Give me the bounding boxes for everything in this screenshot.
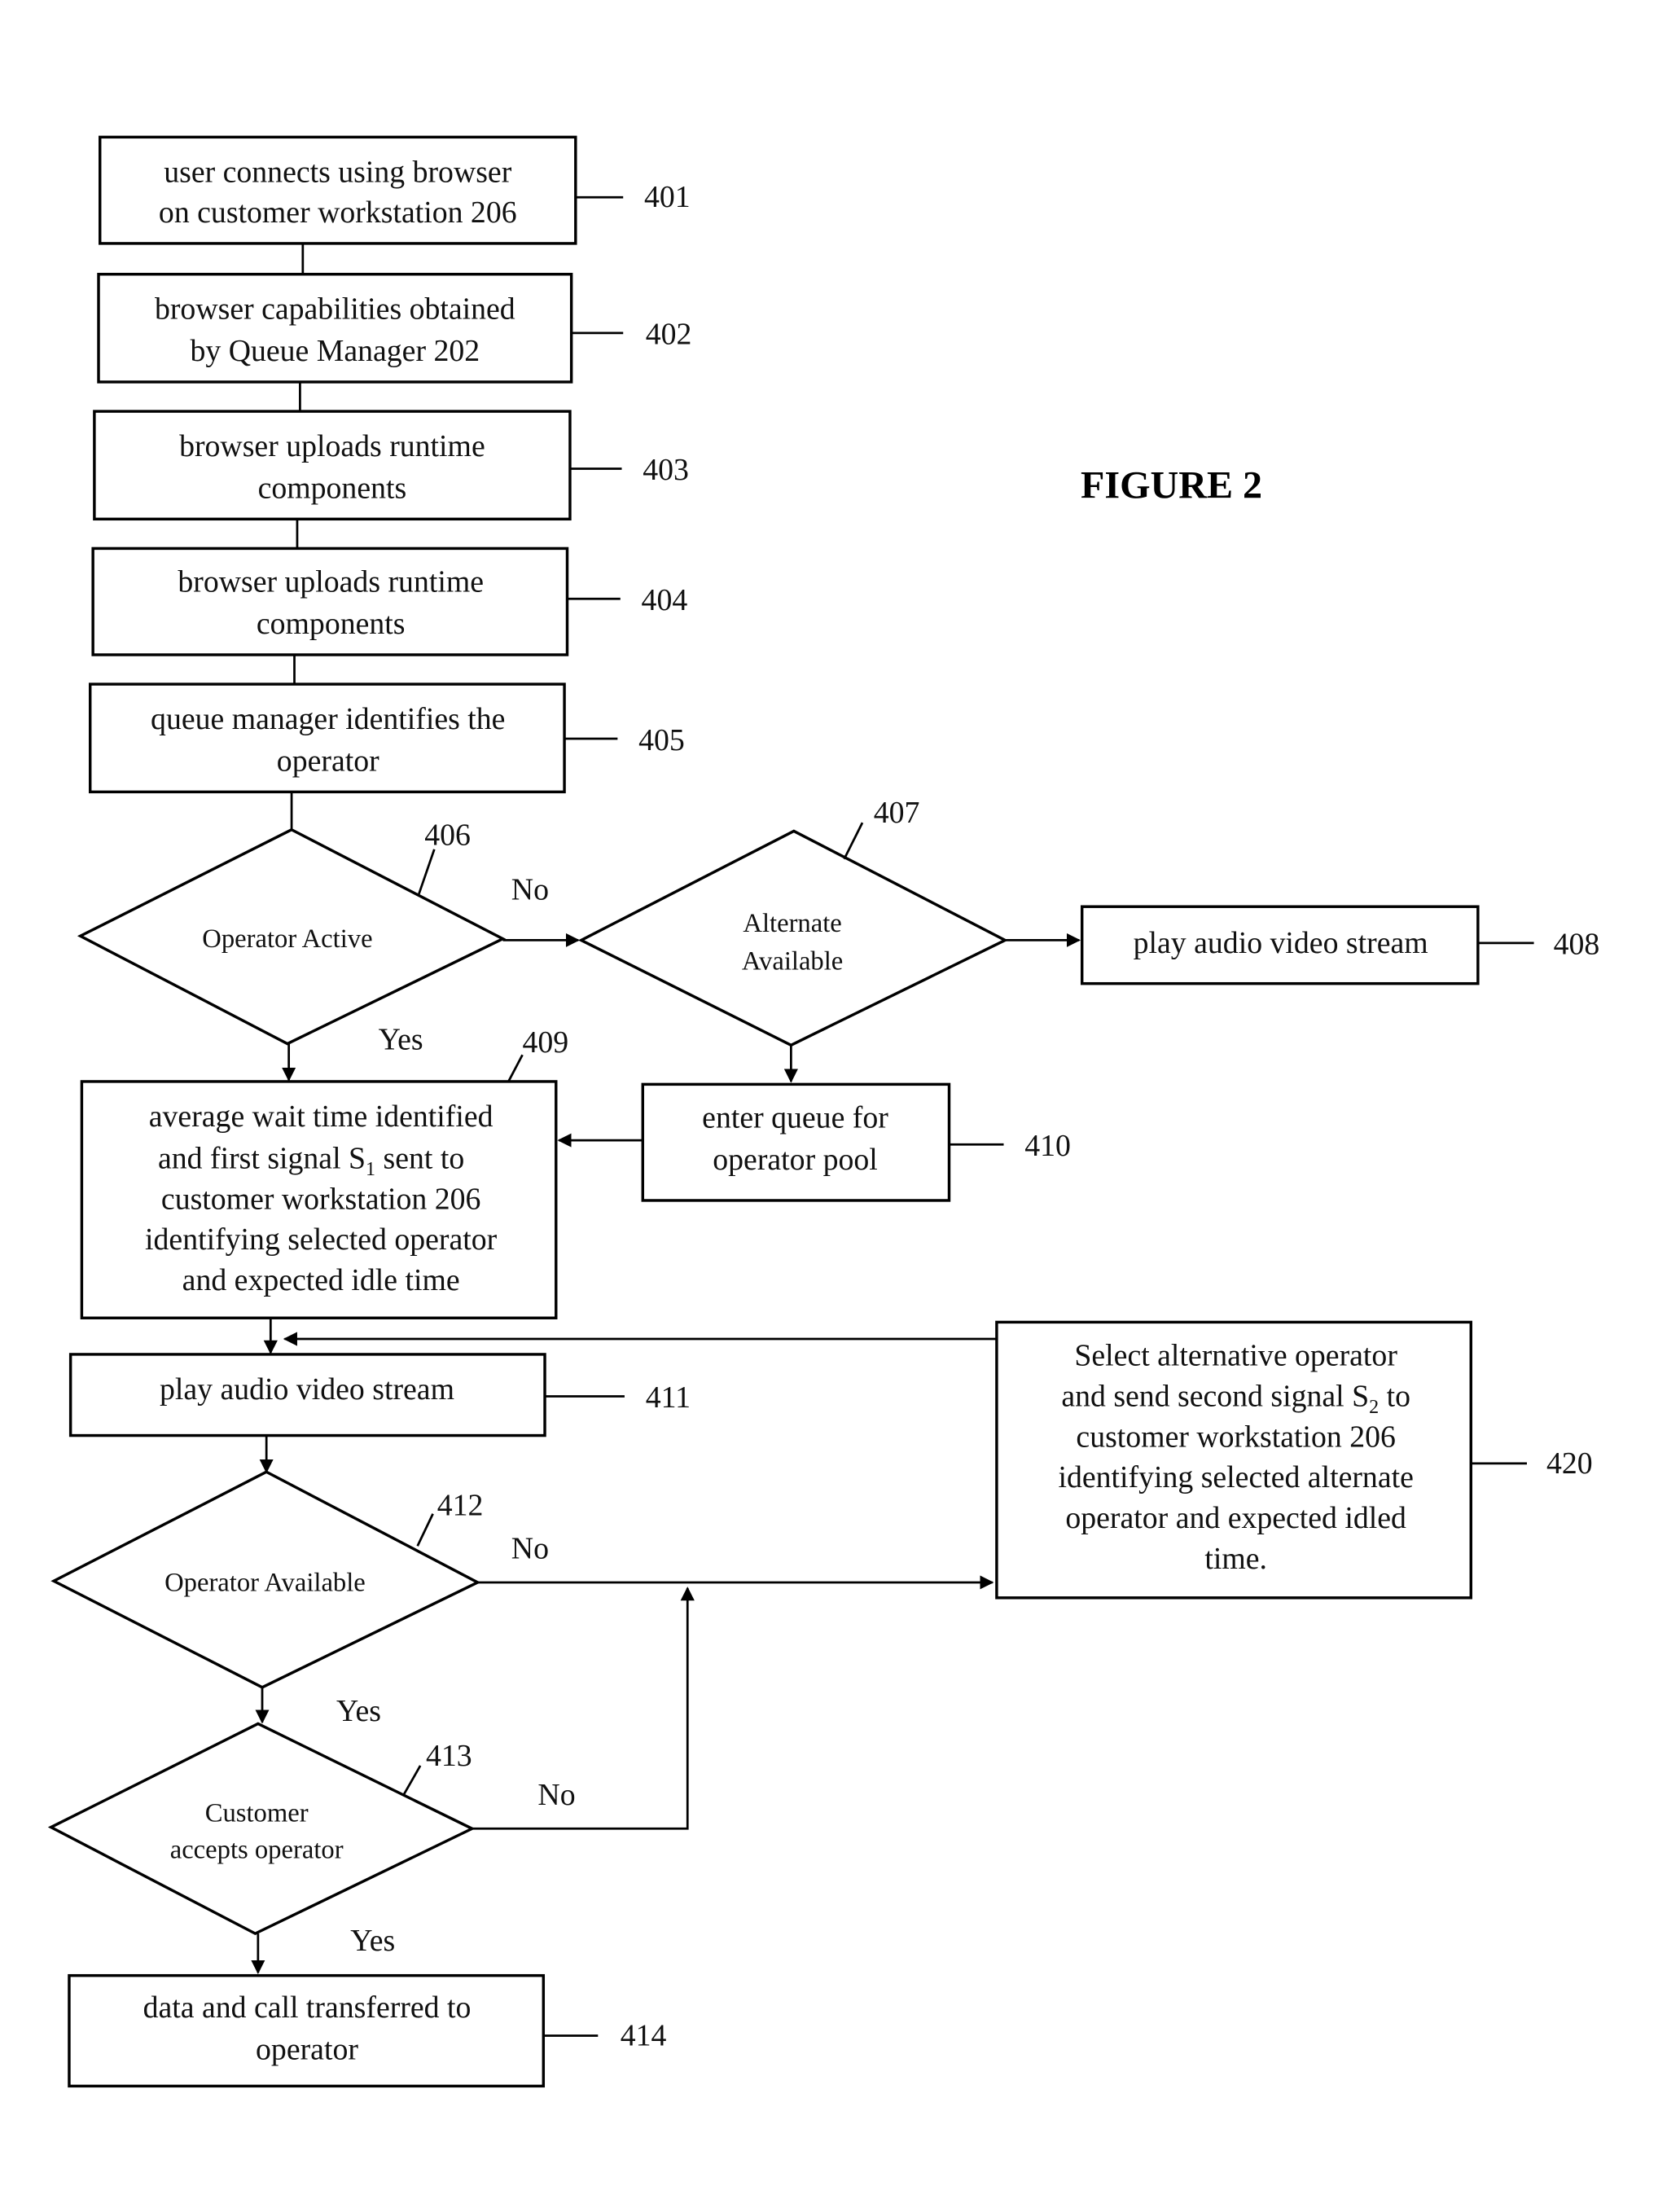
branch-label-no: No <box>511 1532 549 1566</box>
branch-label-no: No <box>537 1778 575 1812</box>
decision-413: Customer accepts operator 413 No Yes <box>47 1722 576 1958</box>
step-text-line: browser uploads runtime <box>178 565 484 599</box>
step-text-line: operator pool <box>713 1143 877 1177</box>
step-text-line: and send second signal S2 to <box>1061 1379 1410 1418</box>
step-text-line: by Queue Manager 202 <box>191 334 480 368</box>
branch-label-yes: Yes <box>379 1022 423 1056</box>
step-403: browser uploads runtime components 403 <box>93 410 689 521</box>
step-text-line: components <box>257 607 406 641</box>
branch-label-yes: Yes <box>350 1924 395 1958</box>
step-text-line: and first signal S1 sent to <box>158 1141 464 1180</box>
step-text-line: user connects using browser <box>164 155 511 189</box>
ref-leader <box>418 849 436 895</box>
step-text-line: data and call transferred to <box>143 1990 472 2025</box>
figure-title: FIGURE 2 <box>1081 464 1262 507</box>
flowchart: FIGURE 2 user connects using browser on … <box>47 135 1600 2088</box>
step-text-line: Select alternative operator <box>1074 1339 1397 1373</box>
ref-number: 405 <box>638 723 685 757</box>
arrow-413-to-420 <box>472 1587 695 1830</box>
step-text-line: operator <box>277 744 379 779</box>
step-text-line: and expected idle time <box>182 1263 460 1297</box>
decision-text: Operator Active <box>202 924 372 954</box>
step-402: browser capabilities obtained by Queue M… <box>97 272 692 384</box>
step-420: Select alternative operator and send sec… <box>995 1320 1593 1600</box>
decision-text: accepts operator <box>170 1835 344 1864</box>
step-410: enter queue for operator pool 410 <box>641 1082 1071 1202</box>
step-411: play audio video stream 411 <box>68 1353 691 1437</box>
decision-text: Alternate <box>743 909 841 938</box>
step-text-line: enter queue for <box>702 1101 888 1135</box>
ref-number: 406 <box>424 819 471 853</box>
ref-leader <box>507 1054 524 1082</box>
ref-leader <box>402 1765 422 1796</box>
step-text-part: and first signal S <box>158 1141 366 1175</box>
ref-number: 401 <box>644 180 691 214</box>
step-414: data and call transferred to operator 41… <box>68 1973 667 2088</box>
step-text-line: customer workstation 206 <box>161 1182 480 1216</box>
branch-label-yes: Yes <box>336 1694 381 1728</box>
step-text-line: components <box>258 472 407 506</box>
branch-label-no: No <box>511 873 549 907</box>
decision-406: Operator Active 406 No Yes <box>77 819 549 1056</box>
ref-number: 420 <box>1546 1446 1593 1481</box>
step-401: user connects using browser on customer … <box>99 135 691 245</box>
subscript: 2 <box>1369 1397 1379 1418</box>
step-text-line: play audio video stream <box>160 1372 454 1407</box>
ref-leader <box>416 1513 434 1547</box>
ref-number: 412 <box>437 1488 484 1522</box>
ref-number: 411 <box>646 1380 691 1415</box>
ref-number: 410 <box>1024 1129 1071 1163</box>
step-text-line: operator <box>256 2033 358 2067</box>
step-text-line: operator and expected idled <box>1065 1501 1406 1535</box>
ref-number: 404 <box>642 583 688 617</box>
ref-number: 413 <box>426 1739 472 1773</box>
step-text-part: and send second signal S <box>1061 1379 1369 1413</box>
step-408: play audio video stream 408 <box>1080 905 1600 985</box>
step-text-line: browser capabilities obtained <box>155 292 515 327</box>
step-text-line: play audio video stream <box>1134 926 1428 960</box>
step-text-line: browser uploads runtime <box>179 429 485 463</box>
decision-407: Alternate Available 407 <box>577 796 1009 1047</box>
step-text-line: queue manager identifies the <box>151 702 505 736</box>
ref-number: 403 <box>643 453 689 487</box>
ref-number: 414 <box>621 2019 667 2053</box>
step-text-part: sent to <box>375 1141 464 1175</box>
step-404: browser uploads runtime components 404 <box>91 546 688 656</box>
ref-number: 408 <box>1554 928 1600 962</box>
decision-412: Operator Available 412 No Yes <box>50 1470 549 1728</box>
step-text-line: identifying selected alternate <box>1058 1460 1413 1494</box>
ref-leader <box>843 822 864 860</box>
step-text-line: identifying selected operator <box>145 1222 498 1257</box>
decision-text: Operator Available <box>164 1568 366 1597</box>
decision-diamond <box>47 1722 476 1936</box>
ref-number: 407 <box>874 796 920 830</box>
ref-number: 409 <box>523 1025 569 1060</box>
step-text-part: to <box>1379 1379 1410 1413</box>
step-409: average wait time identified and first s… <box>80 1025 569 1319</box>
step-text-line: customer workstation 206 <box>1076 1420 1395 1454</box>
step-405: queue manager identifies the operator 40… <box>88 682 685 794</box>
decision-text: Customer <box>205 1799 309 1828</box>
subscript: 1 <box>366 1159 375 1180</box>
decision-text: Available <box>742 947 843 977</box>
ref-number: 402 <box>646 318 692 352</box>
step-text-line: time. <box>1204 1542 1267 1576</box>
step-text-line: average wait time identified <box>149 1099 493 1134</box>
step-text-line: on customer workstation 206 <box>159 195 517 230</box>
